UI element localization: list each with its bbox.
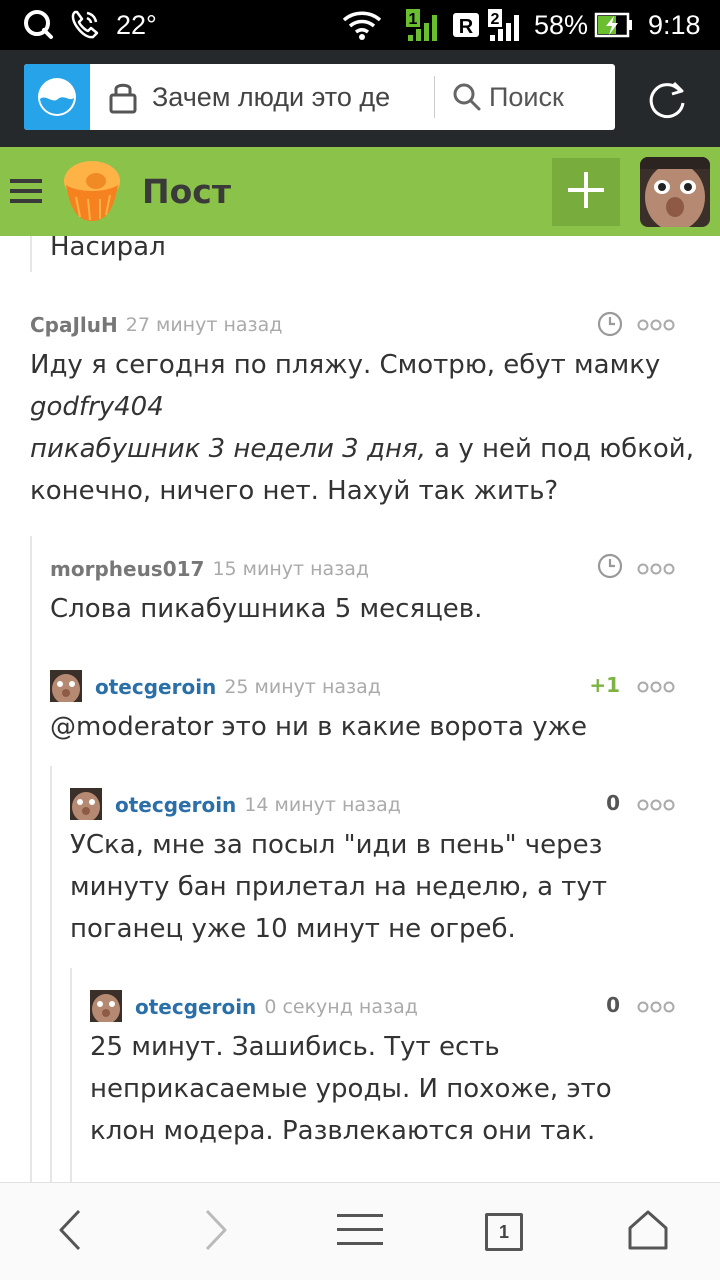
battery-charging-icon xyxy=(594,0,634,50)
thread-line xyxy=(70,968,72,1182)
comment-text: неприкасаемые уроды. И похоже, это xyxy=(90,1074,612,1104)
forward-button[interactable] xyxy=(176,1183,256,1280)
comment-time: 14 минут назад xyxy=(244,794,401,816)
browser-bottom-nav: 1 xyxy=(0,1182,720,1280)
roaming-label: R xyxy=(459,16,474,38)
comment-text: пикабушник 3 недели 3 дня, а у ней под ю… xyxy=(30,428,694,470)
menu-icon[interactable] xyxy=(10,177,42,209)
comment-text: @moderator это ни в какие ворота уже xyxy=(50,712,588,742)
comment-author[interactable]: otecgeroin xyxy=(95,675,216,699)
signal-2-icon: 2 xyxy=(486,0,526,50)
comment-time: 15 минут назад xyxy=(212,558,370,580)
more-options-icon[interactable] xyxy=(636,798,676,812)
url-text[interactable]: Зачем люди это де xyxy=(152,64,430,130)
cupcake-logo-icon[interactable] xyxy=(56,157,126,231)
divider xyxy=(434,76,435,118)
tabs-button[interactable]: 1 xyxy=(464,1183,544,1280)
comment-text: Насирал xyxy=(50,236,166,262)
comment-header: CpaJluH 27 минут назад xyxy=(30,310,282,340)
signal-1-icon: 1 xyxy=(404,0,444,50)
roaming-r-icon: R xyxy=(452,0,480,50)
comment-header: morpheus017 15 минут назад xyxy=(50,554,369,584)
address-bar[interactable]: Зачем люди это де Поиск xyxy=(24,64,615,130)
avatar[interactable] xyxy=(50,670,82,702)
comment-author[interactable]: CpaJluH xyxy=(30,313,118,337)
browser-menu-button[interactable] xyxy=(320,1183,400,1280)
comments-list: Насирал CpaJluH 27 минут назад Иду я сег… xyxy=(0,236,720,1182)
qq-icon xyxy=(22,0,54,50)
mention-user[interactable]: godfry404 xyxy=(30,392,164,422)
search-input[interactable]: Поиск xyxy=(489,64,564,130)
comment-time: 25 минут назад xyxy=(224,676,381,698)
comment-rating: 0 xyxy=(606,993,620,1017)
comment-text: минуту бан прилетал на неделю, а тут xyxy=(70,872,607,902)
comment-text: 25 минут. Зашибись. Тут есть xyxy=(90,1032,500,1062)
home-icon xyxy=(627,1209,669,1255)
comment-header: otecgeroin 25 минут назад xyxy=(95,672,381,702)
comment-text: Иду я сегодня по пляжу. Смотрю, ебут мам… xyxy=(30,350,661,380)
avatar[interactable] xyxy=(90,990,122,1022)
mention-info: пикабушник 3 недели 3 дня, xyxy=(30,434,426,464)
sim2-label: 2 xyxy=(491,11,500,28)
page-title: Пост xyxy=(142,172,231,211)
sim1-label: 1 xyxy=(409,11,418,28)
status-bar: 22° 1 R 2 58% 9:18 xyxy=(0,0,720,50)
forward-icon xyxy=(201,1207,231,1257)
clock: 9:18 xyxy=(648,9,701,40)
comment-text: поганец уже 10 минут не огреб. xyxy=(70,914,516,944)
thread-line xyxy=(30,536,32,1182)
clock-icon[interactable] xyxy=(596,552,624,584)
temperature: 22° xyxy=(116,9,157,40)
browser-toolbar: Зачем люди это де Поиск xyxy=(0,50,720,147)
avatar[interactable] xyxy=(640,157,710,227)
menu-icon xyxy=(337,1212,383,1252)
more-options-icon[interactable] xyxy=(636,562,676,576)
back-icon xyxy=(55,1207,85,1257)
tabs-count: 1 xyxy=(498,1221,509,1242)
plus-icon xyxy=(566,170,606,214)
avatar[interactable] xyxy=(70,788,102,820)
thread-line xyxy=(30,236,32,272)
comment-header: otecgeroin 0 секунд назад xyxy=(135,992,418,1022)
comment-time: 27 минут назад xyxy=(125,314,283,336)
comment-text: клон модера. Развлекаются они так. xyxy=(90,1116,596,1146)
more-options-icon[interactable] xyxy=(636,680,676,694)
reload-icon[interactable] xyxy=(644,77,690,127)
browser-logo-icon[interactable] xyxy=(24,64,90,130)
clock-icon[interactable] xyxy=(596,310,624,342)
comment-header: otecgeroin 14 минут назад xyxy=(115,790,401,820)
comment-time: 0 секунд назад xyxy=(264,996,418,1018)
comment-rating: 0 xyxy=(606,791,620,815)
home-button[interactable] xyxy=(608,1183,688,1280)
comment-author[interactable]: otecgeroin xyxy=(135,995,256,1019)
comment-rating: +1 xyxy=(589,673,620,697)
search-icon[interactable] xyxy=(452,82,482,116)
lock-icon xyxy=(108,80,138,118)
more-options-icon[interactable] xyxy=(636,1000,676,1014)
wifi-icon xyxy=(340,0,384,50)
comment-text: УСка, мне за посыл "иди в пень" через xyxy=(70,830,603,860)
comment-author[interactable]: otecgeroin xyxy=(115,793,236,817)
add-post-button[interactable] xyxy=(552,158,620,226)
thread-line xyxy=(50,766,52,1182)
battery-percent: 58% xyxy=(534,9,589,40)
back-button[interactable] xyxy=(30,1183,110,1280)
comment-text: конечно, ничего нет. Нахуй так жить? xyxy=(30,476,559,506)
more-options-icon[interactable] xyxy=(636,318,676,332)
comment-text: godfry404 xyxy=(30,386,164,428)
app-header: Пост xyxy=(0,147,720,236)
comment-author[interactable]: morpheus017 xyxy=(50,557,204,581)
comment-text-rest: а у ней под юбкой, xyxy=(425,434,694,464)
missed-call-icon xyxy=(68,0,102,50)
comment-text: Слова пикабушника 5 месяцев. xyxy=(50,594,483,624)
